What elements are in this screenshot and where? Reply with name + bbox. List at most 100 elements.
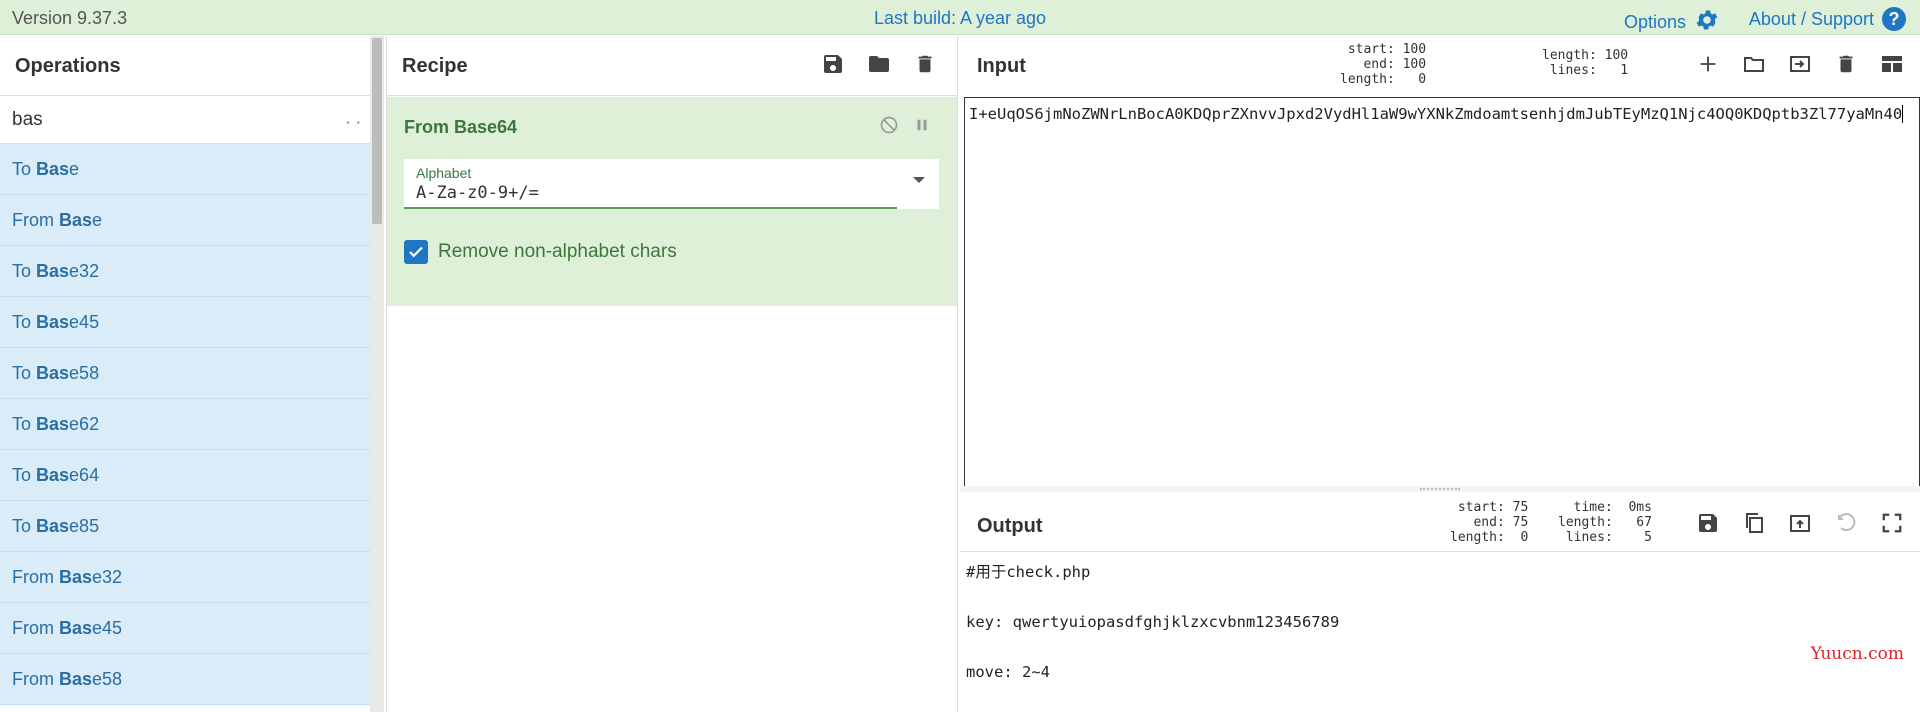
add-tab-plus-icon[interactable] — [1694, 50, 1722, 78]
top-banner: Version 9.37.3 Last build: A year ago Op… — [0, 0, 1920, 35]
operation-item[interactable]: From Base — [0, 195, 370, 246]
operation-item[interactable]: To Base64 — [0, 450, 370, 501]
input-textarea[interactable]: I+eUqOS6jmNoZWNrLnBocA0KDQprZXnvvJpxd2Vy… — [964, 97, 1920, 487]
operation-item[interactable]: From Base32 — [0, 552, 370, 603]
item-suffix: e58 — [69, 363, 100, 383]
save-output-icon[interactable] — [1694, 509, 1722, 537]
recipe-panel: Recipe From Base64 Alphabet A-Za-z0-9+/=… — [386, 36, 958, 712]
open-folder-icon[interactable] — [1740, 50, 1768, 78]
input-selection-stats: start: 100 end: 100 length: 0 — [1340, 42, 1426, 87]
recipe-title: Recipe — [402, 55, 468, 77]
undo-icon[interactable] — [1832, 509, 1860, 537]
remove-non-alphabet-label: Remove non-alphabet chars — [438, 241, 677, 262]
gear-icon — [1694, 7, 1720, 38]
operation-item[interactable]: To Base62 — [0, 399, 370, 450]
alphabet-label: Alphabet — [416, 165, 472, 181]
item-suffix: e45 — [92, 618, 123, 638]
about-label: About / Support — [1748, 8, 1874, 29]
item-prefix: To — [12, 159, 37, 179]
chevron-down-icon[interactable] — [913, 177, 925, 183]
item-prefix: From — [12, 567, 59, 587]
load-recipe-folder-icon[interactable] — [865, 50, 893, 78]
clear-recipe-trash-icon[interactable] — [911, 50, 939, 78]
item-match: Bas — [36, 465, 70, 485]
item-prefix: From — [12, 210, 59, 230]
output-stats-left: start: 75 end: 75 length: 0 — [1450, 500, 1529, 545]
alphabet-select[interactable]: Alphabet A-Za-z0-9+/= — [404, 159, 939, 209]
item-suffix: e64 — [69, 465, 100, 485]
checkmark-icon[interactable] — [404, 240, 428, 264]
item-suffix: e — [92, 210, 103, 230]
remove-non-alphabet-checkbox[interactable]: Remove non-alphabet chars — [404, 240, 677, 264]
watermark: Yuucn.com — [1810, 644, 1904, 664]
text-cursor — [1902, 105, 1904, 123]
item-match: Bas — [36, 516, 70, 536]
operations-panel: Operations bas • • To Base From Base To … — [0, 36, 384, 712]
operation-item[interactable]: To Base58 — [0, 348, 370, 399]
options-button[interactable]: Options — [1624, 7, 1720, 38]
item-prefix: To — [12, 261, 37, 281]
input-stats-right: length: 100 lines: 1 — [1542, 48, 1629, 78]
output-stats-right: time: 0ms length: 67 lines: 5 — [1558, 500, 1652, 545]
item-prefix: To — [12, 363, 37, 383]
input-title: Input — [977, 55, 1026, 77]
operation-item[interactable]: To Base45 — [0, 297, 370, 348]
from-base64-operation[interactable]: From Base64 Alphabet A-Za-z0-9+/= Remove… — [387, 97, 957, 306]
input-text: I+eUqOS6jmNoZWNrLnBocA0KDQprZXnvvJpxd2Vy… — [969, 105, 1903, 123]
item-match: Bas — [36, 159, 70, 179]
operation-item[interactable]: To Base32 — [0, 246, 370, 297]
item-prefix: To — [12, 312, 37, 332]
item-match: Bas — [36, 261, 70, 281]
open-file-input-icon[interactable] — [1786, 50, 1814, 78]
pause-breakpoint-icon[interactable] — [913, 115, 931, 141]
operations-title: Operations — [15, 55, 121, 77]
output-time-stats: time: 0ms length: 67 lines: 5 — [1558, 500, 1652, 545]
item-match: Bas — [59, 210, 93, 230]
operation-title: From Base64 — [404, 117, 518, 137]
reset-layout-icon[interactable] — [1878, 50, 1906, 78]
item-suffix: e — [69, 159, 80, 179]
help-icon: ? — [1882, 7, 1906, 31]
item-match: Bas — [36, 414, 70, 434]
options-label: Options — [1623, 12, 1686, 32]
item-suffix: e85 — [69, 516, 100, 536]
output-panel: Output start: 75 end: 75 length: 0 time:… — [960, 492, 1920, 712]
scrollbar-thumb[interactable] — [372, 38, 382, 224]
item-prefix: To — [12, 414, 37, 434]
operation-item[interactable]: To Base — [0, 144, 370, 195]
operations-scrollbar[interactable] — [370, 36, 384, 712]
output-selection-stats: start: 75 end: 75 length: 0 — [1450, 500, 1528, 545]
search-handle-icon: • • — [346, 118, 362, 129]
item-suffix: e45 — [69, 312, 100, 332]
input-panel: Input start: 100 end: 100 length: 0 leng… — [960, 36, 1920, 487]
item-match: Bas — [36, 312, 70, 332]
item-suffix: e32 — [69, 261, 100, 281]
fullscreen-icon[interactable] — [1878, 509, 1906, 537]
operation-item[interactable]: To Base85 — [0, 501, 370, 552]
input-stats-left: start: 100 end: 100 length: 0 — [1340, 42, 1427, 87]
item-match: Bas — [59, 567, 93, 587]
save-recipe-icon[interactable] — [819, 50, 847, 78]
item-prefix: To — [12, 516, 37, 536]
item-suffix: e58 — [92, 669, 123, 689]
item-suffix: e32 — [92, 567, 123, 587]
input-length-stats: length: 100 lines: 1 — [1542, 48, 1628, 78]
about-support-button[interactable]: About / Support ? — [1749, 7, 1906, 31]
item-match: Bas — [59, 618, 93, 638]
disable-operation-icon[interactable] — [879, 115, 899, 141]
copy-output-icon[interactable] — [1740, 509, 1768, 537]
alphabet-value: A-Za-z0-9+/= — [416, 183, 539, 203]
operation-item[interactable]: From Base45 — [0, 603, 370, 654]
item-match: Bas — [36, 363, 70, 383]
item-match: Bas — [59, 669, 93, 689]
operations-search-input[interactable]: bas • • — [0, 96, 384, 144]
item-prefix: To — [12, 465, 37, 485]
search-value: bas — [12, 109, 43, 130]
item-suffix: e62 — [69, 414, 100, 434]
operation-item[interactable]: From Base58 — [0, 654, 370, 705]
replace-input-icon[interactable] — [1786, 509, 1814, 537]
clear-input-trash-icon[interactable] — [1832, 50, 1860, 78]
field-underline — [404, 207, 897, 209]
item-prefix: From — [12, 618, 59, 638]
operations-list: To Base From Base To Base32 To Base45 To… — [0, 144, 370, 712]
